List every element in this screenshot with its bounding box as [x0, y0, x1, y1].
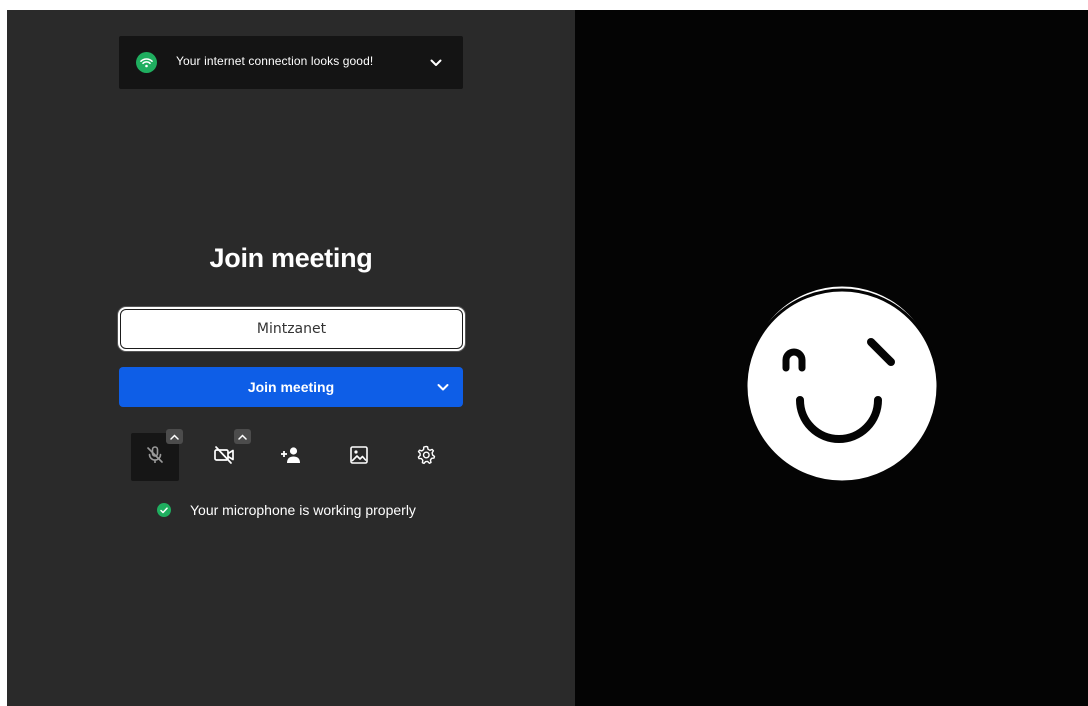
- page-title: Join meeting: [209, 243, 373, 273]
- chevron-down-icon[interactable]: [429, 56, 443, 70]
- prejoin-panel: Your internet connection looks good! Joi…: [7, 10, 575, 706]
- chevron-down-icon[interactable]: [436, 380, 450, 394]
- add-person-icon: [280, 446, 302, 469]
- camera-off-icon: [213, 445, 235, 470]
- wifi-icon: [136, 52, 157, 73]
- microphone-check-text: Your microphone is working properly: [190, 502, 416, 518]
- settings-button[interactable]: [402, 433, 450, 481]
- image-icon: [349, 445, 369, 470]
- gear-icon: [416, 445, 436, 470]
- join-meeting-button[interactable]: Join meeting: [119, 367, 463, 407]
- microphone-check-status: Your microphone is working properly: [157, 501, 416, 519]
- microphone-options-button[interactable]: [166, 429, 183, 444]
- display-name-input[interactable]: [118, 307, 465, 351]
- check-circle-icon: [157, 503, 171, 517]
- invite-people-button[interactable]: [267, 433, 315, 481]
- connection-status-text: Your internet connection looks good!: [176, 54, 374, 68]
- camera-options-button[interactable]: [234, 429, 251, 444]
- virtual-background-button[interactable]: [335, 433, 383, 481]
- microphone-muted-icon: [145, 445, 165, 470]
- winking-face-icon: [738, 276, 946, 484]
- connection-status-banner: Your internet connection looks good!: [119, 36, 463, 89]
- join-meeting-label: Join meeting: [247, 379, 335, 395]
